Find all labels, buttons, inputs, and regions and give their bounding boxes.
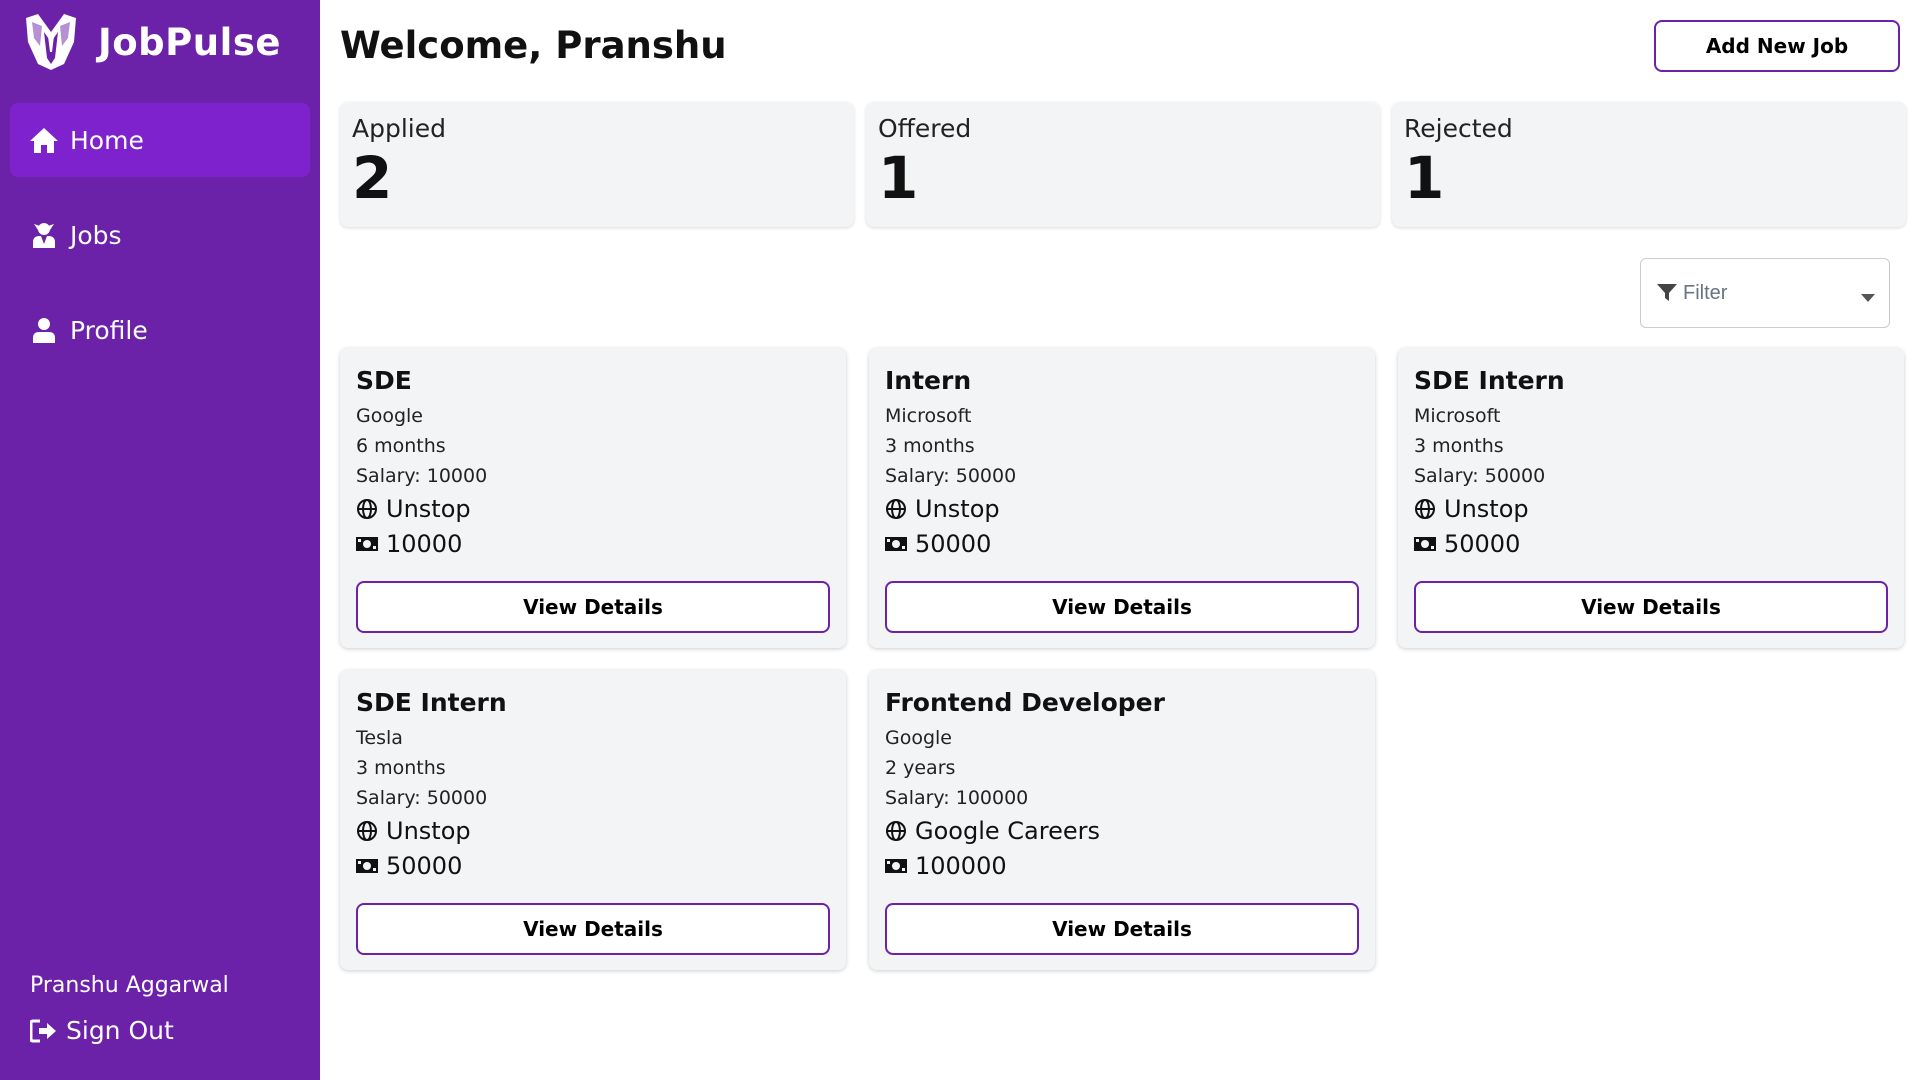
job-amount-label: 100000 [915, 851, 1007, 880]
stat-card-offered: Offered 1 [866, 102, 1380, 227]
job-card: Frontend Developer Google 2 years Salary… [869, 670, 1375, 970]
job-amount-label: 50000 [1444, 529, 1521, 558]
money-bill-icon [885, 855, 907, 877]
job-title: SDE Intern [1414, 366, 1565, 395]
sign-out-label: Sign Out [66, 1016, 174, 1045]
job-amount-label: 50000 [386, 851, 463, 880]
stat-card-rejected: Rejected 1 [1392, 102, 1906, 227]
view-details-button[interactable]: View Details [356, 903, 830, 955]
job-duration: 3 months [1414, 435, 1504, 457]
job-duration: 3 months [356, 757, 446, 779]
stat-label: Rejected [1404, 114, 1513, 143]
job-amount: 10000 [356, 526, 830, 561]
job-platform-label: Unstop [386, 816, 471, 845]
brand-name: JobPulse [98, 20, 281, 64]
job-card: Intern Microsoft 3 months Salary: 50000 … [869, 348, 1375, 648]
job-platform: Unstop [356, 491, 830, 526]
sign-out-icon [30, 1017, 58, 1045]
job-duration: 2 years [885, 757, 956, 779]
job-platform-label: Unstop [1444, 494, 1529, 523]
filter-icon [1657, 282, 1679, 304]
globe-icon [885, 820, 907, 842]
nav-item-profile[interactable]: Profile [10, 293, 310, 367]
nav-item-home[interactable]: Home [10, 103, 310, 177]
job-salary: Salary: 10000 [356, 465, 488, 487]
nav-item-jobs[interactable]: Jobs [10, 198, 310, 272]
job-salary: Salary: 50000 [1414, 465, 1546, 487]
job-amount: 50000 [885, 526, 1359, 561]
job-salary: Salary: 100000 [885, 787, 1029, 809]
money-bill-icon [356, 855, 378, 877]
job-duration: 3 months [885, 435, 975, 457]
globe-icon [356, 820, 378, 842]
job-salary: Salary: 50000 [356, 787, 488, 809]
job-platform-label: Google Careers [915, 816, 1100, 845]
money-bill-icon [885, 533, 907, 555]
stat-value: 1 [878, 144, 919, 212]
add-new-job-button[interactable]: Add New Job [1654, 20, 1900, 72]
job-platform: Google Careers [885, 813, 1359, 848]
job-title: Intern [885, 366, 972, 395]
job-company: Microsoft [1414, 405, 1501, 427]
page-title: Welcome, Pranshu [340, 24, 727, 67]
job-platform: Unstop [356, 813, 830, 848]
money-bill-icon [356, 533, 378, 555]
stat-value: 1 [1404, 144, 1445, 212]
job-card: SDE Intern Microsoft 3 months Salary: 50… [1398, 348, 1904, 648]
sign-out-button[interactable]: Sign Out [30, 1016, 174, 1045]
globe-icon [1414, 498, 1436, 520]
globe-icon [356, 498, 378, 520]
job-card: SDE Intern Tesla 3 months Salary: 50000 … [340, 670, 846, 970]
caret-down-icon [1861, 287, 1875, 302]
job-amount-label: 50000 [915, 529, 992, 558]
job-duration: 6 months [356, 435, 446, 457]
money-bill-icon [1414, 533, 1436, 555]
nav-item-label: Profile [70, 315, 148, 345]
filter-placeholder: Filter [1683, 281, 1728, 304]
job-platform: Unstop [1414, 491, 1888, 526]
stat-card-applied: Applied 2 [340, 102, 854, 227]
globe-icon [885, 498, 907, 520]
job-platform: Unstop [885, 491, 1359, 526]
main-content: Welcome, Pranshu Add New Job Applied 2 O… [320, 0, 1920, 1080]
nav-item-label: Home [70, 125, 144, 155]
sidebar: JobPulse Home Jobs Profile Pranshu Aggar… [0, 0, 320, 1080]
view-details-button[interactable]: View Details [885, 581, 1359, 633]
stat-value: 2 [352, 144, 393, 212]
stat-label: Applied [352, 114, 446, 143]
job-company: Google [885, 727, 953, 749]
job-company: Tesla [356, 727, 403, 749]
home-icon [28, 124, 60, 156]
job-title: SDE Intern [356, 688, 507, 717]
stat-label: Offered [878, 114, 972, 143]
brand[interactable]: JobPulse [22, 10, 281, 74]
view-details-button[interactable]: View Details [1414, 581, 1888, 633]
job-title: SDE [356, 366, 412, 395]
job-card: SDE Google 6 months Salary: 10000 Unstop… [340, 348, 846, 648]
user-name: Pranshu Aggarwal [30, 973, 229, 998]
job-company: Google [356, 405, 424, 427]
view-details-button[interactable]: View Details [356, 581, 830, 633]
job-title: Frontend Developer [885, 688, 1165, 717]
job-platform-label: Unstop [386, 494, 471, 523]
user-tie-icon [28, 219, 60, 251]
job-salary: Salary: 50000 [885, 465, 1017, 487]
job-amount: 100000 [885, 848, 1359, 883]
job-company: Microsoft [885, 405, 972, 427]
view-details-button[interactable]: View Details [885, 903, 1359, 955]
job-amount: 50000 [356, 848, 830, 883]
user-icon [28, 314, 60, 346]
tuxedo-logo-icon [22, 12, 80, 72]
job-platform-label: Unstop [915, 494, 1000, 523]
job-amount: 50000 [1414, 526, 1888, 561]
filter-select[interactable]: Filter [1640, 258, 1890, 328]
job-amount-label: 10000 [386, 529, 463, 558]
nav-item-label: Jobs [70, 220, 122, 250]
